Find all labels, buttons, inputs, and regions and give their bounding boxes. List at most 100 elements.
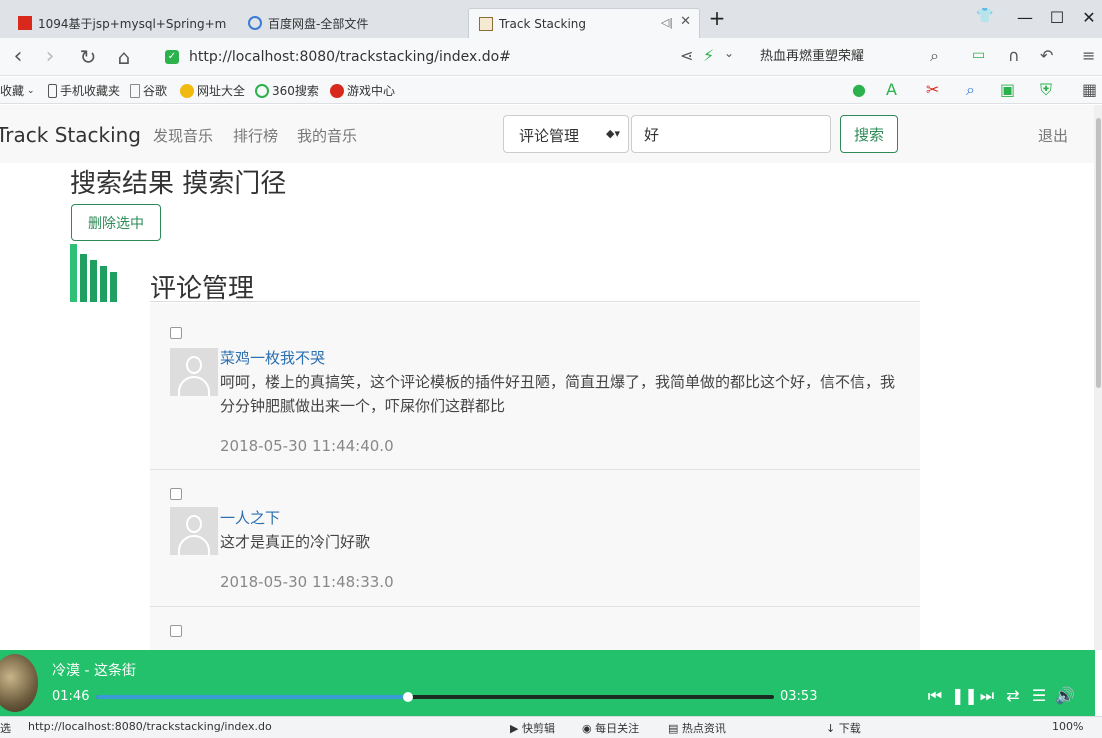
chevron-down-icon[interactable]: ⌄ [724, 46, 734, 60]
phone-icon [48, 83, 57, 98]
address-bar[interactable]: ✓ http://localhost:8080/trackstacking/in… [165, 44, 745, 70]
bookmark-label: 网址大全 [197, 84, 246, 98]
next-icon[interactable]: ⏭ [977, 686, 997, 706]
maximize-icon[interactable]: ☐ [1042, 8, 1072, 27]
search-category-select[interactable]: 评论管理 ◆▾ [503, 115, 629, 153]
progress-knob[interactable] [402, 692, 413, 702]
comment-text: 呵呵，楼上的真搞笑，这个评论模板的插件好丑陋，简直丑爆了，我简单做的都比这个好，… [220, 373, 896, 415]
tab-track-stacking[interactable]: Track Stacking ◁| ✕ [468, 8, 700, 38]
download-icon: ↓ [826, 722, 839, 735]
status-url: http://localhost:8080/trackstacking/inde… [28, 720, 272, 733]
volume-icon[interactable]: 🔊 [1055, 686, 1075, 706]
playlist-icon[interactable]: ☰ [1029, 686, 1049, 706]
nav-charts[interactable]: 排行榜 [233, 125, 278, 146]
tab-project[interactable]: 1094基于jsp+mysql+Spring+m [8, 8, 236, 38]
apps-icon[interactable]: ▦ [1082, 80, 1097, 99]
hao360-icon [180, 83, 194, 98]
360-search-icon [255, 83, 269, 98]
status-label: 每日关注 [595, 722, 640, 735]
tab-baidu-pan[interactable]: 百度网盘-全部文件 [238, 8, 464, 38]
comment-item: 一人之下 这才是真正的冷门好歌 2018-05-30 11:48:33.0 [150, 470, 920, 607]
loop-icon[interactable]: ⇄ [1003, 686, 1023, 706]
baidu-pan-icon [248, 16, 262, 30]
total-time: 03:53 [780, 689, 818, 704]
menu-icon[interactable]: ≡ [1082, 46, 1095, 65]
scrollbar-thumb[interactable] [1096, 118, 1101, 388]
game-icon [330, 83, 344, 98]
back-icon[interactable]: ‹ [4, 44, 32, 70]
search-category-value: 评论管理 [519, 127, 580, 145]
bookmarks-bar: 收藏 ⌄ 手机收藏夹 谷歌 网址大全 360搜索 游戏中心 ● A ✂ ⌕ ▣ … [0, 77, 1102, 104]
bookmark-hao360[interactable]: 网址大全 [180, 82, 245, 99]
comment-time: 2018-05-30 11:48:33.0 [220, 573, 394, 591]
reload-icon[interactable]: ↻ [74, 44, 102, 70]
comment-user[interactable]: 菜鸡一枚我不哭 [220, 347, 325, 368]
nav-discover[interactable]: 发现音乐 [153, 125, 213, 146]
previous-icon[interactable]: ⏮ [925, 686, 945, 706]
shirt-icon[interactable]: 👕 [970, 8, 1000, 24]
page-icon [130, 83, 140, 98]
search-icon[interactable]: ⌕ [930, 46, 939, 66]
album-cover[interactable] [0, 654, 38, 712]
search-input[interactable] [631, 115, 831, 153]
status-download[interactable]: ↓ 下载 [826, 720, 861, 736]
bookmark-games[interactable]: 游戏中心 [330, 82, 395, 99]
mute-icon[interactable]: ◁| [661, 16, 673, 29]
translate-icon[interactable]: A [886, 80, 897, 99]
minimize-icon[interactable]: — [1010, 8, 1040, 27]
new-tab-button[interactable]: + [702, 6, 732, 30]
bookmark-label: 谷歌 [143, 84, 168, 98]
status-left: 选 [0, 722, 11, 735]
close-window-icon[interactable]: ✕ [1074, 8, 1102, 27]
delete-selected-button[interactable]: 删除选中 [71, 204, 161, 241]
comment-checkbox[interactable] [170, 327, 182, 339]
equalizer-logo-icon [70, 242, 120, 302]
comment-user[interactable]: 一人之下 [220, 507, 280, 528]
shield-icon[interactable]: ⛨ [1040, 80, 1052, 100]
battery-icon[interactable]: ▭ [972, 47, 985, 63]
tab-title: 1094基于jsp+mysql+Spring+m [38, 16, 227, 31]
avatar [170, 507, 218, 555]
browser-search-input[interactable]: 热血再燃重塑荣耀 [760, 44, 950, 70]
tab-bar: 1094基于jsp+mysql+Spring+m 百度网盘-全部文件 Track… [0, 0, 1102, 38]
search-result-title: 搜索结果 摸索门径 [70, 169, 287, 199]
share-icon[interactable]: ⋖ [680, 46, 693, 65]
status-label: 热点资讯 [681, 722, 726, 735]
home-icon[interactable]: ⌂ [110, 44, 138, 70]
gamepad-icon[interactable]: ▣ [1000, 80, 1015, 99]
comment-checkbox[interactable] [170, 488, 182, 500]
status-quick-edit[interactable]: ▶ 快剪辑 [510, 720, 555, 736]
progress-bar[interactable] [96, 692, 774, 702]
status-hot-news[interactable]: ▤ 热点资讯 [668, 720, 726, 736]
music-player: 冷漠 - 这条街 01:46 03:53 ⏮ ❚❚ ⏭ ⇄ ☰ 🔊 [0, 650, 1095, 716]
comment-item: 菜鸡一枚我不哭 呵呵，楼上的真搞笑，这个评论模板的插件好丑陋，简直丑爆了，我简单… [150, 303, 920, 470]
close-tab-icon[interactable]: ✕ [680, 14, 691, 29]
bookmark-google[interactable]: 谷歌 [130, 82, 167, 99]
scissors-icon[interactable]: ✂ [926, 80, 939, 99]
pause-icon[interactable]: ❚❚ [951, 686, 978, 706]
comment-checkbox[interactable] [170, 625, 182, 637]
song-title: 冷漠 - 这条街 [52, 663, 136, 679]
forward-icon[interactable]: › [36, 44, 64, 70]
url-text: http://localhost:8080/trackstacking/inde… [189, 49, 511, 65]
section-title: 评论管理 [150, 274, 255, 304]
status-label: 快剪辑 [521, 722, 555, 735]
brand-logo[interactable]: Track Stacking [0, 123, 141, 147]
search-button[interactable]: 搜索 [840, 115, 898, 153]
undo-icon[interactable]: ↶ [1040, 46, 1053, 65]
green-circle-icon[interactable]: ● [852, 80, 866, 99]
zoom-level[interactable]: 100% [1052, 720, 1083, 733]
bookmark-360search[interactable]: 360搜索 [255, 82, 319, 99]
nav-my-music[interactable]: 我的音乐 [297, 125, 357, 146]
logout-link[interactable]: 退出 [1038, 125, 1068, 146]
comment-list: 菜鸡一枚我不哭 呵呵，楼上的真搞笑，这个评论模板的插件好丑陋，简直丑爆了，我简单… [150, 303, 920, 667]
bookmark-label: 360搜索 [272, 84, 319, 98]
bookmark-mobile[interactable]: 手机收藏夹 [48, 82, 120, 99]
bookmark-favorites[interactable]: 收藏 ⌄ [0, 82, 35, 99]
status-daily[interactable]: ◉ 每日关注 [582, 720, 639, 736]
magnifier-icon[interactable]: ⌕ [966, 80, 975, 100]
lightning-icon[interactable]: ⚡ [703, 46, 714, 65]
headphones-icon[interactable]: ∩ [1008, 46, 1020, 65]
page-favicon-icon [479, 16, 493, 31]
status-bar: 选 http://localhost:8080/trackstacking/in… [0, 716, 1102, 738]
